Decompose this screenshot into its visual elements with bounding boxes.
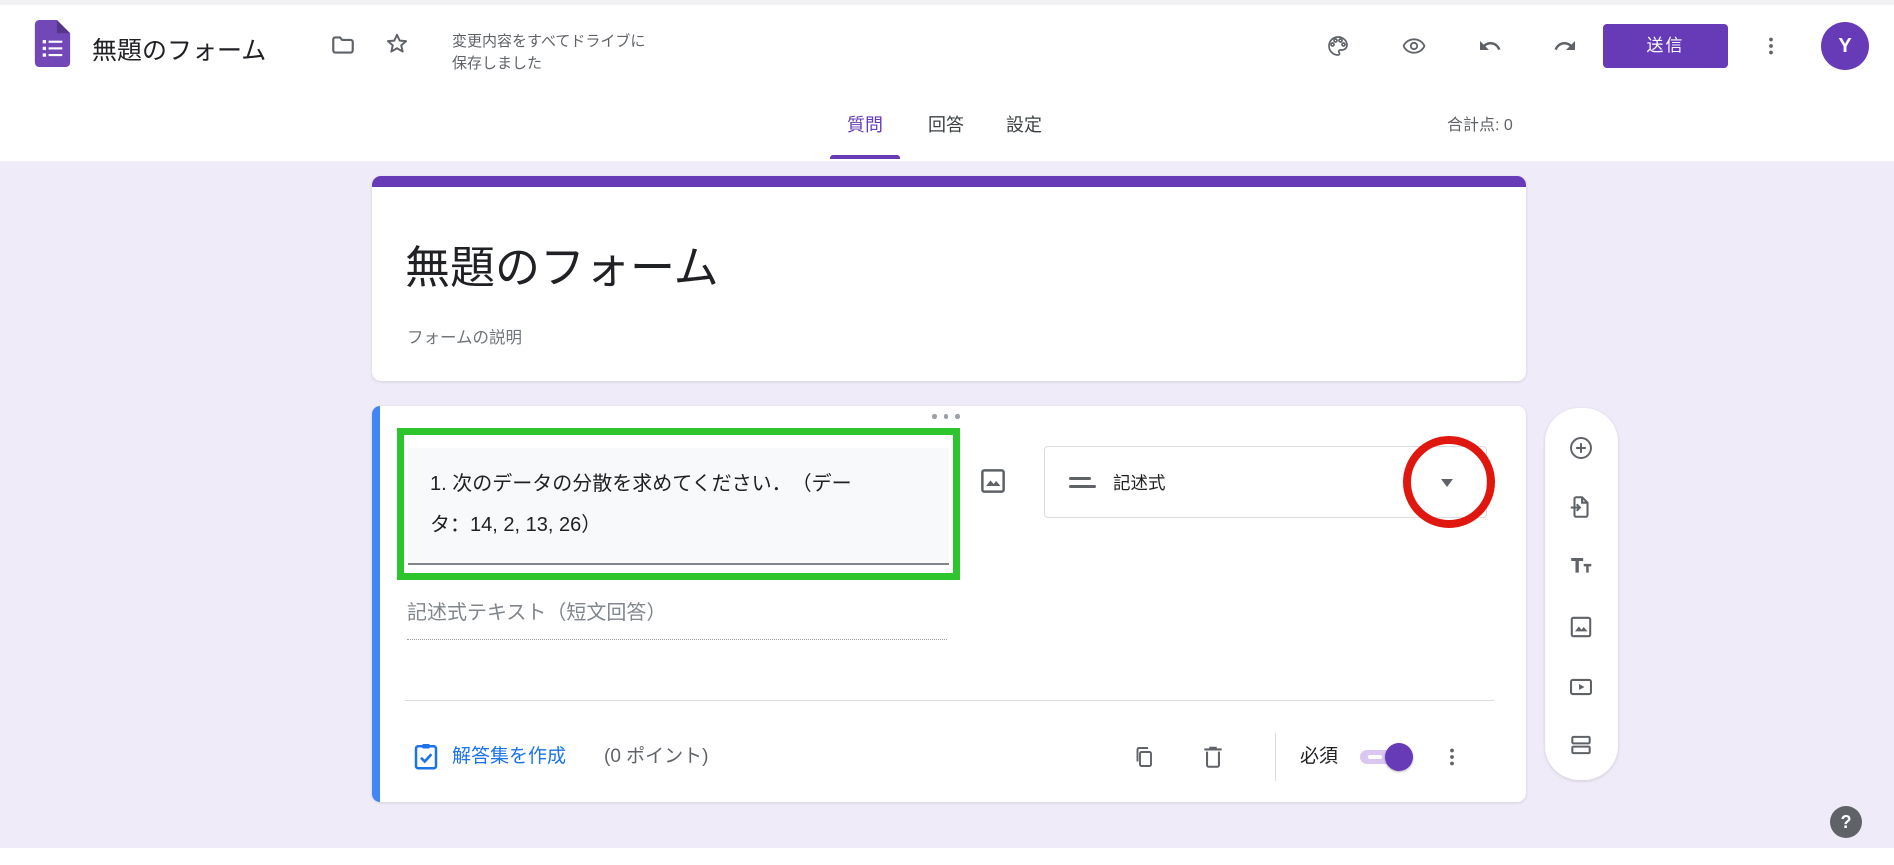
redo-icon <box>1553 34 1577 58</box>
tab-questions[interactable]: 質問 <box>830 90 900 161</box>
add-video-icon <box>1568 674 1594 700</box>
copy-icon <box>1132 745 1156 769</box>
title-card-accent-bar <box>372 176 1526 187</box>
answer-key-button[interactable] <box>411 742 441 772</box>
add-question-button[interactable] <box>1561 428 1601 468</box>
add-section-button[interactable] <box>1561 725 1601 765</box>
question-text-input[interactable]: 1. 次のデータの分散を求めてください． （データ：14, 2, 13, 26） <box>408 448 949 565</box>
form-title-editable[interactable]: 無題のフォーム <box>405 231 719 296</box>
total-points-label: 合計点: 0 <box>1447 90 1513 161</box>
import-questions-icon <box>1568 494 1594 520</box>
question-more-options-button[interactable] <box>1440 745 1464 769</box>
add-section-icon <box>1568 732 1594 758</box>
short-answer-icon-bar <box>1069 485 1096 488</box>
form-title-field[interactable]: 無題のフォーム <box>92 31 266 67</box>
import-questions-button[interactable] <box>1561 487 1601 527</box>
eye-icon <box>1402 34 1426 58</box>
tab-settings[interactable]: 設定 <box>989 90 1059 161</box>
answer-key-link[interactable]: 解答集を作成 <box>452 742 566 772</box>
palette-icon <box>1326 34 1350 58</box>
add-title-description-button[interactable] <box>1561 545 1601 585</box>
add-question-icon <box>1568 435 1594 461</box>
kebab-menu-icon <box>1759 34 1783 58</box>
answer-field-placeholder: 記述式テキスト（短文回答） <box>407 596 947 640</box>
selected-card-indicator <box>372 406 380 802</box>
help-button[interactable]: ? <box>1830 806 1862 838</box>
folder-icon <box>330 32 356 58</box>
forms-logo-icon <box>34 20 71 67</box>
bottom-strip <box>0 848 1894 865</box>
side-toolbar <box>1545 408 1618 780</box>
move-to-folder-button[interactable] <box>330 32 356 58</box>
window-top-strip <box>0 0 1894 5</box>
footer-divider <box>1275 733 1276 781</box>
toggle-track-tick <box>1368 755 1382 759</box>
save-status-line1: 変更内容をすべてドライブに <box>452 31 645 53</box>
add-title-text-icon <box>1568 552 1594 578</box>
tab-bar: 質問 回答 設定 合計点: 0 <box>0 90 1894 161</box>
redo-button[interactable] <box>1553 34 1577 58</box>
question-text: 1. 次のデータの分散を求めてください． （データ：14, 2, 13, 26） <box>430 464 854 546</box>
question-type-label: 記述式 <box>1113 447 1166 519</box>
tab-questions-label: 質問 <box>847 115 883 135</box>
question-type-select[interactable]: 記述式 <box>1044 446 1487 518</box>
account-avatar[interactable]: Y <box>1821 22 1869 70</box>
form-description-editable[interactable]: フォームの説明 <box>407 324 522 348</box>
question-card: 1. 次のデータの分散を求めてください． （データ：14, 2, 13, 26）… <box>372 406 1526 802</box>
undo-button[interactable] <box>1478 34 1502 58</box>
points-label: (0 ポイント) <box>604 742 709 772</box>
form-canvas: 無題のフォーム フォームの説明 1. 次のデータの分散を求めてください． （デー… <box>0 161 1894 865</box>
trash-icon <box>1200 744 1226 770</box>
delete-question-button[interactable] <box>1200 744 1226 770</box>
tab-responses[interactable]: 回答 <box>911 90 981 161</box>
toggle-thumb <box>1385 743 1413 771</box>
required-label: 必須 <box>1300 742 1338 772</box>
image-icon <box>978 466 1008 496</box>
add-video-button[interactable] <box>1561 667 1601 707</box>
send-button[interactable]: 送信 <box>1603 24 1728 68</box>
active-tab-underline <box>830 155 900 159</box>
drag-handle[interactable] <box>932 414 960 419</box>
chevron-down-icon <box>1441 479 1453 487</box>
star-icon <box>384 31 410 57</box>
add-image-button[interactable] <box>1561 607 1601 647</box>
card-divider <box>405 700 1494 701</box>
undo-icon <box>1478 34 1502 58</box>
form-title-card: 無題のフォーム フォームの説明 <box>372 176 1526 381</box>
preview-button[interactable] <box>1402 34 1426 58</box>
add-image-icon <box>1568 614 1594 640</box>
required-toggle[interactable] <box>1360 743 1416 771</box>
duplicate-question-button[interactable] <box>1132 745 1156 769</box>
google-forms-editor: 無題のフォーム 変更内容をすべてドライブに 保存しました <box>0 0 1894 865</box>
add-image-to-question-button[interactable] <box>978 466 1008 496</box>
star-button[interactable] <box>384 31 410 57</box>
clipboard-check-icon <box>411 742 441 772</box>
kebab-menu-icon <box>1440 745 1464 769</box>
save-status: 変更内容をすべてドライブに 保存しました <box>452 31 645 75</box>
theme-customize-button[interactable] <box>1326 34 1350 58</box>
top-bar: 無題のフォーム 変更内容をすべてドライブに 保存しました <box>0 0 1894 90</box>
more-options-button[interactable] <box>1759 34 1783 58</box>
save-status-line2: 保存しました <box>452 53 645 75</box>
short-answer-icon <box>1069 477 1091 480</box>
